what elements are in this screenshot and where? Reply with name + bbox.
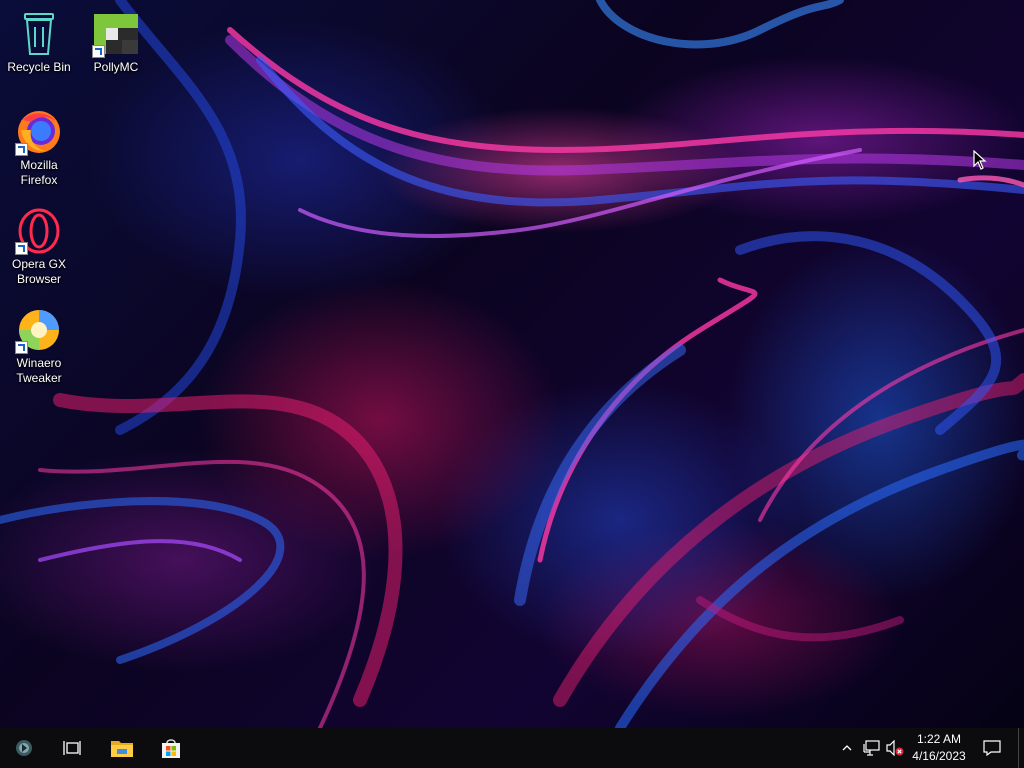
shortcut-arrow-icon xyxy=(15,341,28,354)
shortcut-arrow-icon xyxy=(15,143,28,156)
volume-muted-icon xyxy=(886,740,904,756)
show-desktop-button[interactable] xyxy=(1018,728,1024,768)
taskbar: 1:22 AM 4/16/2023 xyxy=(0,728,1024,768)
desktop-icon-label: Recycle Bin xyxy=(7,60,71,74)
desktop-icon-label: Mozilla Firefox xyxy=(20,158,58,187)
desktop-icon-opera-gx[interactable]: Opera GX Browser xyxy=(1,207,77,287)
pinned-file-explorer[interactable] xyxy=(98,728,146,768)
clock-time: 1:22 AM xyxy=(916,732,962,746)
shortcut-arrow-icon xyxy=(92,45,105,58)
store-icon xyxy=(162,739,180,758)
desktop-icon-label: Winaero Tweaker xyxy=(16,356,62,385)
start-button[interactable] xyxy=(0,728,48,768)
tray-volume-button[interactable] xyxy=(884,728,906,768)
task-view-button[interactable] xyxy=(48,728,96,768)
task-view-icon xyxy=(63,741,81,755)
action-center-button[interactable] xyxy=(978,728,1006,768)
wallpaper xyxy=(0,0,1024,728)
start-orb-icon xyxy=(16,740,32,756)
desktop-icon-pollymc[interactable]: PollyMC xyxy=(78,10,154,75)
shortcut-arrow-icon xyxy=(15,242,28,255)
desktop-icon-label: Opera GX Browser xyxy=(11,257,67,286)
clock-date: 4/16/2023 xyxy=(912,749,966,763)
tray-overflow-button[interactable] xyxy=(838,728,856,768)
chevron-up-icon xyxy=(842,745,852,751)
opera-gx-icon xyxy=(15,207,63,255)
desktop[interactable]: Recycle Bin PollyMC Mozilla Firefox Oper… xyxy=(0,0,1024,728)
pollymc-icon xyxy=(92,10,140,58)
folder-icon xyxy=(111,741,133,757)
action-center-icon xyxy=(983,740,1001,756)
taskbar-clock[interactable]: 1:22 AM 4/16/2023 xyxy=(906,731,972,765)
recycle-bin-icon xyxy=(15,10,63,58)
desktop-icon-winaero-tweaker[interactable]: Winaero Tweaker xyxy=(1,306,77,386)
winaero-tweaker-icon xyxy=(15,306,63,354)
network-icon xyxy=(863,740,880,756)
firefox-icon xyxy=(15,108,63,156)
desktop-icon-mozilla-firefox[interactable]: Mozilla Firefox xyxy=(1,108,77,188)
pinned-microsoft-store[interactable] xyxy=(147,728,195,768)
desktop-icon-label: PollyMC xyxy=(93,60,139,74)
desktop-icon-recycle-bin[interactable]: Recycle Bin xyxy=(1,10,77,75)
tray-network-button[interactable] xyxy=(860,728,882,768)
mouse-cursor-icon xyxy=(973,150,987,170)
